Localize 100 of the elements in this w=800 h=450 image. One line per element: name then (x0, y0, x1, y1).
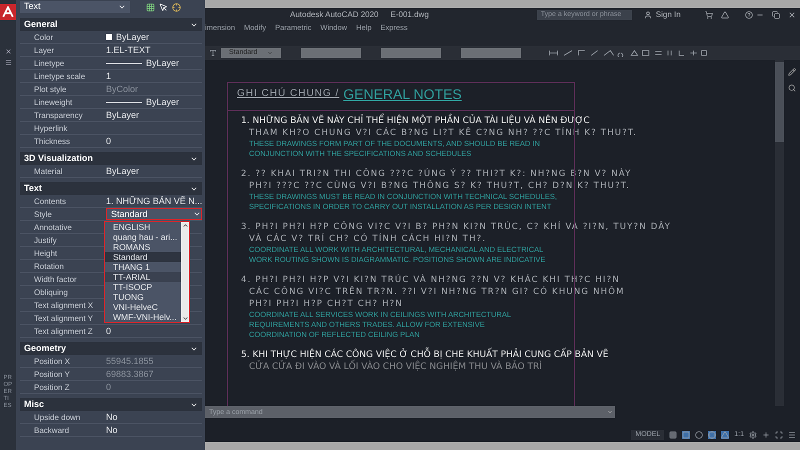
property-value: 69883.3867 (106, 370, 154, 378)
close-icon[interactable] (788, 11, 796, 19)
property-value: No (106, 426, 118, 434)
zoom-icon[interactable] (788, 84, 796, 92)
file-name: E-001.dwg (390, 9, 429, 21)
select-objects-icon[interactable] (159, 2, 168, 12)
quick-select-icon[interactable] (146, 2, 155, 12)
heading-vietnamese: GHI CHÚ CHUNG / (237, 86, 340, 101)
property-label: Position X (34, 356, 70, 366)
property-value: ByLayer (106, 110, 140, 120)
object-type-select[interactable]: Text (20, 1, 130, 13)
property-label: Upside down (34, 412, 80, 422)
heading-english: GENERAL NOTES (343, 87, 462, 101)
section-header[interactable]: Misc (20, 398, 202, 411)
triangle-icon[interactable] (720, 11, 729, 19)
property-label: Obliquing (34, 288, 68, 296)
pencil-icon[interactable] (788, 68, 796, 76)
note-line: PH?I ???C ??C CÙNG V?I B?NG THÔNG S? K? THU?T, CH? D?N K? THU?T. (248, 180, 632, 192)
caret-icon (193, 210, 202, 218)
snap-icon[interactable] (682, 431, 690, 439)
section-header[interactable]: Text (20, 182, 202, 195)
property-label: Text alignment Y (34, 314, 93, 322)
dropdown-option[interactable]: TT-ISOCP (105, 282, 181, 292)
property-label: Plot style (34, 84, 66, 94)
dropdown-option[interactable]: VNI-HelveC (105, 302, 181, 312)
window-title: Autodesk AutoCAD 2020 (290, 9, 379, 21)
scroll-down-icon[interactable] (182, 315, 188, 322)
close-icon[interactable] (4, 48, 12, 55)
grid-icon[interactable] (669, 431, 678, 439)
pickadd-icon[interactable] (172, 2, 181, 12)
options-icon[interactable] (4, 59, 12, 66)
property-label: Justify (34, 236, 57, 244)
caret-icon (267, 50, 273, 56)
linetype-sample-icon (106, 62, 142, 64)
dropdown-option[interactable]: TT-ARIAL (105, 272, 181, 282)
property-value: ByLayer (106, 166, 140, 176)
note-line: 5. KHI THỰC HIỆN CÁC CÔNG VIỆC Ở CHỖ BỊ CHE KHUẤT PHẢI CUNG CẤP BẢN VẼ (241, 349, 775, 361)
vertical-scrollbar[interactable] (775, 60, 784, 406)
property-value: 0 (106, 326, 112, 336)
dropdown-option[interactable]: ENGLISH (105, 222, 181, 232)
menu-icon[interactable] (788, 431, 796, 439)
cart-icon[interactable] (704, 11, 713, 19)
property-value: 1. NHỮNG BẢN VẼ N... (106, 196, 202, 206)
property-value: 1 (106, 72, 112, 80)
section-header[interactable]: Geometry (20, 342, 202, 355)
property-value: ByColor (106, 84, 138, 94)
property-label: Height (34, 248, 58, 258)
property-value: 0 (106, 382, 112, 392)
property-label: Position Z (34, 382, 70, 392)
dropdown-option[interactable]: WMF-VNI-Helv... (105, 312, 181, 322)
user-icon[interactable] (644, 11, 652, 19)
polar-icon[interactable] (695, 431, 704, 439)
scroll-thumb[interactable] (775, 62, 784, 142)
property-label: Linetype scale (34, 72, 86, 80)
property-label: Text alignment X (34, 300, 94, 310)
sign-in-link[interactable]: Sign In (656, 9, 681, 21)
dropdown-option[interactable]: quang hau - ari... (105, 232, 181, 242)
property-label: Style (34, 210, 52, 218)
property-label: Annotative (34, 222, 72, 232)
multileader-style-dropdown[interactable] (461, 48, 521, 58)
scrollbar[interactable] (181, 222, 189, 322)
property-label: Layer (34, 46, 54, 54)
note-line: CÁC CÔNG VI?C TRÊN TR?N. ??I V?I NH?NG TR?N GI? CÓ KHUNG NHÔM (248, 286, 626, 298)
osnap-icon[interactable] (708, 431, 716, 439)
dropdown-option[interactable]: Standard (105, 252, 181, 262)
property-label: Rotation (34, 262, 64, 270)
property-label: Contents (34, 196, 66, 206)
restore-icon[interactable] (772, 11, 780, 19)
scroll-up-icon[interactable] (182, 222, 188, 229)
property-label: Position Y (34, 370, 70, 378)
property-value: 1.EL-TEXT (106, 46, 151, 54)
property-value: ByLayer (116, 32, 150, 42)
property-value: 0 (106, 136, 112, 146)
property-value: ByLayer (146, 58, 180, 68)
dropdown-option[interactable]: THANG 1 (105, 262, 181, 272)
annotation-icon[interactable] (721, 431, 730, 439)
settings-icon[interactable] (749, 431, 757, 439)
property-value: No (106, 412, 118, 422)
note-line: 1. NHỮNG BẢN VẼ NÀY CHỈ THỂ HIỆN MỘT PHẦN CỦA TÀI LIỆU VÀ NÊN ĐƯỢC (241, 115, 775, 127)
dropdown-option[interactable]: TUONG (105, 292, 181, 302)
note-line: 4. PH?I PH?I H?P V?I KI?N TRÚC VÀ NH?NG ??N V? KHÁC KHI TH?C HI?N (241, 274, 621, 286)
property-label: Width factor (34, 274, 77, 284)
fullscreen-icon[interactable] (775, 431, 783, 439)
property-value: 55945.1855 (106, 356, 154, 366)
plus-icon[interactable] (762, 431, 770, 439)
note-line: PH?I PH?I H?P CH?T CH? H?N (248, 298, 404, 310)
help-icon[interactable] (744, 11, 753, 19)
caret-icon (607, 409, 613, 415)
text-style-icon[interactable] (209, 49, 217, 57)
color-swatch-icon (106, 34, 112, 40)
section-header[interactable]: General (20, 18, 202, 31)
note-line: VÀ CÁC V? TRÍ CH? CÓ TÍNH CÁCH HI?N TH?. (248, 233, 488, 245)
note-line: CỬA CỬA ĐI VÀO VÀ LỐI VÀO CHO VIỆC NGHIỆM THU VÀ BẢO TRÌ (241, 361, 775, 373)
property-label: Material (34, 166, 62, 176)
app-logo-icon[interactable] (0, 4, 16, 20)
property-label: Lineweight (34, 98, 72, 106)
property-label: Hyperlink (34, 124, 68, 132)
dropdown-option[interactable]: ROMANS (105, 242, 181, 252)
style-dropdown[interactable]: Standard (106, 208, 202, 220)
section-header[interactable]: 3D Visualization (20, 152, 202, 165)
